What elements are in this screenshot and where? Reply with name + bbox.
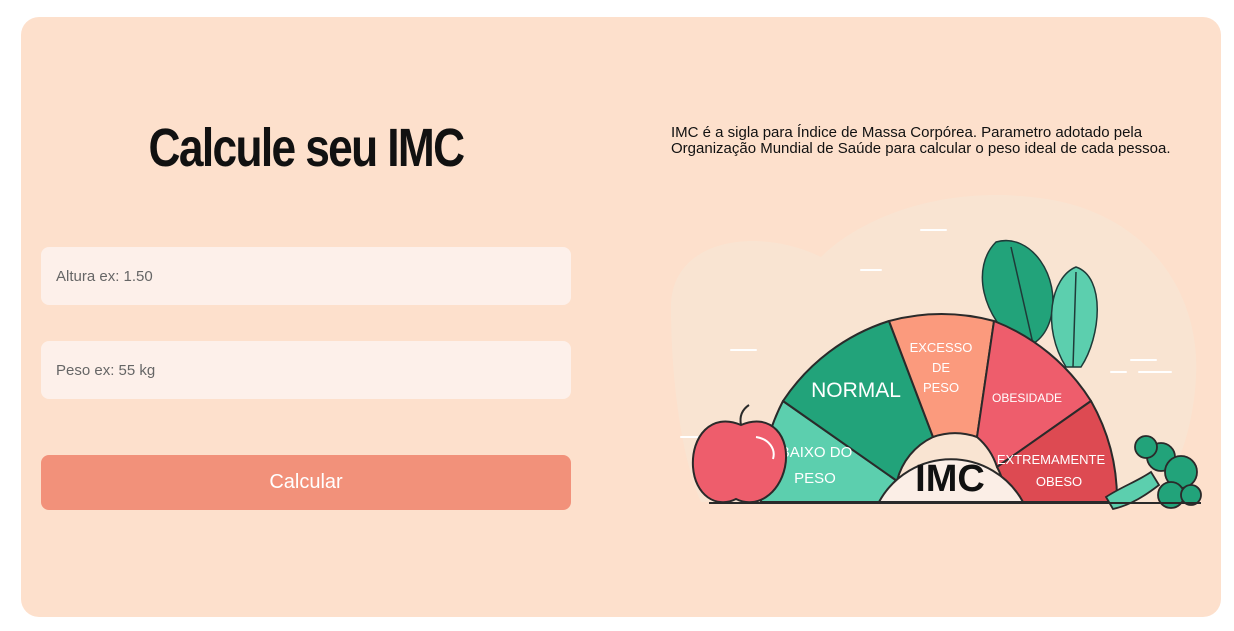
gauge-center-label: IMC <box>915 458 985 500</box>
imc-gauge-illustration: ABAIXO DO PESO NORMAL EXCESSO DE PESO OB… <box>671 195 1202 511</box>
label-extremamente-line1: EXTREMAMENTE <box>997 452 1106 467</box>
label-excesso-line3: PESO <box>923 380 959 395</box>
imc-description: IMC é a sigla para Índice de Massa Corpó… <box>671 124 1171 157</box>
label-abaixo-line2: PESO <box>794 470 836 487</box>
altura-input[interactable] <box>41 247 571 305</box>
imc-card: Calcule seu IMC Calcular IMC é a sigla p… <box>21 17 1221 617</box>
label-excesso-line1: EXCESSO <box>910 340 973 355</box>
label-obesidade: OBESIDADE <box>992 391 1062 405</box>
label-excesso-line2: DE <box>932 360 950 375</box>
label-normal: NORMAL <box>811 379 901 402</box>
peso-input[interactable] <box>41 341 571 399</box>
label-extremamente-line2: OBESO <box>1036 474 1082 489</box>
calcular-button[interactable]: Calcular <box>41 455 571 510</box>
page-title: Calcule seu IMC <box>148 118 466 178</box>
